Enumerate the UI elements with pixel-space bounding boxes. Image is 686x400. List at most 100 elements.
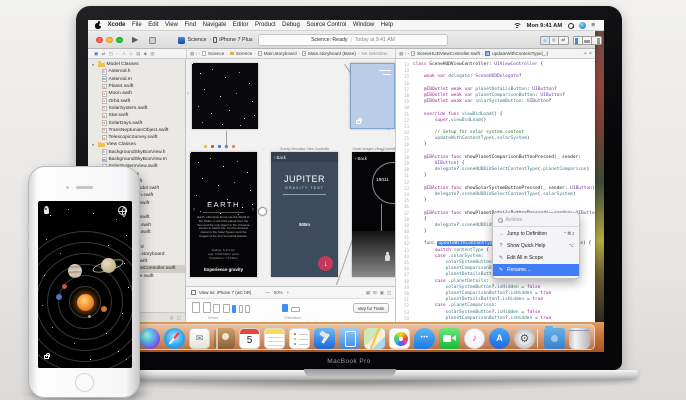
jump-bar-crumb[interactable]: updateWithContentType(_:)	[492, 51, 548, 56]
code-line-30[interactable]: delegate?.sceneHUDDidSelectContentType(.…	[413, 167, 595, 173]
menu-file[interactable]: File	[132, 22, 142, 28]
jump-bar-crumb[interactable]: Main.storyboard	[264, 51, 297, 56]
menu-view[interactable]: View	[165, 22, 178, 28]
scene-starfield[interactable]	[192, 63, 258, 129]
scene-hover-screen[interactable]: ‹ Back 18011	[352, 152, 395, 277]
navigator-file-solarsystem-swift[interactable]: sSolarSystem.swift	[88, 105, 186, 112]
jump-bar-controls[interactable]: ▦ ‹ ›	[190, 51, 200, 57]
siri-icon[interactable]	[579, 22, 586, 29]
dock-icon-downloads[interactable]	[544, 328, 565, 349]
pin-icon[interactable]: ⊞	[373, 290, 377, 296]
test-navigator-icon[interactable]: ◇	[129, 49, 133, 59]
editor-jump-bar[interactable]: ▦ ‹ ›SceneHUDViewController.swift›Mupdat…	[395, 49, 595, 58]
dock-icon-maps[interactable]	[364, 328, 385, 349]
menu-editor[interactable]: Editor	[233, 22, 249, 28]
code-editor[interactable]: 1314151617181920212223242526272829303132…	[395, 59, 595, 322]
view-as-label[interactable]: View as: iPhone 7 (wC hR)	[199, 290, 251, 295]
planet-mars[interactable]	[62, 284, 67, 289]
resolve-icon[interactable]: ▣	[380, 290, 384, 296]
jump-bar-controls[interactable]: ▦ ‹ ›	[399, 51, 409, 57]
compass-icon[interactable]	[118, 206, 127, 215]
source-code[interactable]: class SceneHUDViewController: UIViewCont…	[413, 62, 595, 322]
context-menu-item-show-quick-help[interactable]: ?Show Quick Help⌥	[493, 240, 579, 252]
device-iphone-selected[interactable]	[232, 305, 236, 313]
actions-search-field[interactable]: Actions	[493, 215, 579, 227]
device-iphone-se[interactable]	[245, 305, 249, 313]
orientation-landscape[interactable]	[291, 307, 300, 313]
context-menu-item-jump-to-definition[interactable]: →Jump to Definition⌃⌘J	[493, 228, 579, 240]
dock-icon-trash[interactable]	[569, 328, 590, 349]
dock-icon-safari[interactable]	[164, 328, 185, 349]
jump-bar-crumb[interactable]: No Selection	[361, 51, 387, 56]
navigator-file-solardays-swift[interactable]: sSolarDays.swift	[88, 119, 186, 126]
navigator-file-telescopicsurvey-swift[interactable]: sTelescopicSurvey.swift	[88, 134, 186, 141]
navigator-file-asteroid-h[interactable]: hAsteroid.h	[88, 68, 186, 75]
dock-icon-reminders[interactable]	[289, 328, 310, 349]
zoom-out-button[interactable]: —	[265, 290, 269, 295]
drop-button[interactable]: ↓	[318, 256, 333, 271]
jump-bar-crumb[interactable]: Science	[208, 51, 224, 56]
dock-icon-appstore[interactable]: A	[489, 328, 510, 349]
menu-clock[interactable]: Mon 9:41 AM	[527, 23, 563, 29]
planet-earth[interactable]	[56, 294, 62, 300]
scene-earth-screen[interactable]: ‹ › EARTH Earth, otherwise known as the …	[190, 152, 257, 277]
stop-button[interactable]	[149, 37, 156, 44]
spotlight-icon[interactable]	[567, 22, 574, 29]
breakpoint-navigator-icon[interactable]: ◆	[144, 49, 148, 59]
lock-icon[interactable]	[44, 355, 49, 359]
dock-icon-mail[interactable]: ✉	[189, 328, 210, 349]
jump-bar-crumb[interactable]: Science	[236, 51, 252, 56]
version-editor-button[interactable]: ⇄	[559, 36, 569, 45]
navigator-file-planet-swift[interactable]: sPlanet.swift	[88, 83, 186, 90]
recent-files-icon[interactable]: ▢	[177, 315, 181, 321]
vary-for-traits-button[interactable]: Vary for Traits	[353, 303, 389, 313]
debug-navigator-icon[interactable]: ▤	[136, 49, 140, 59]
back-button[interactable]: ‹ Back	[355, 156, 367, 161]
iphone-screen-solar-system-app[interactable]	[38, 201, 132, 368]
toggle-inspectors-button[interactable]	[592, 36, 602, 45]
stack-icon[interactable]: ◫	[387, 290, 391, 296]
code-line-34[interactable]: delegate?.sceneHUDDidSelectContentType(.…	[413, 192, 595, 198]
scene-header[interactable]: Hover Images View Controller	[352, 147, 395, 151]
volume-up-button[interactable]	[27, 225, 29, 233]
planet-saturn[interactable]	[101, 258, 116, 273]
zoom-window-button[interactable]	[116, 37, 123, 44]
issue-navigator-icon[interactable]: ⚠	[122, 49, 126, 59]
navigator-file-orbit-swift[interactable]: sOrbit.swift	[88, 97, 186, 104]
storyboard-jump-bar[interactable]: ▦ ‹ ›Science›Science›Main.storyboard›Mai…	[186, 49, 395, 58]
dock-icon-notes[interactable]	[264, 328, 285, 349]
navigator-file-backgroundskyboxview-h[interactable]: hBackgroundSkyBoxView.h	[88, 149, 186, 156]
source-control-icon[interactable]: ⇄	[102, 49, 106, 59]
zoom-in-button[interactable]: +	[287, 290, 290, 295]
menu-find[interactable]: Find	[184, 22, 196, 28]
device-ipad[interactable]	[203, 302, 211, 313]
dock-icon-prefs[interactable]: ⚙	[514, 328, 535, 349]
storyboard-canvas[interactable]: ‹ › EARTH Earth, otherwise known as the …	[186, 59, 395, 286]
apple-menu-icon[interactable]	[95, 22, 101, 29]
jump-bar-crumb[interactable]: Main.storyboard (Base)	[308, 51, 356, 56]
standard-editor-button[interactable]: ≡	[540, 36, 550, 45]
notification-center-icon[interactable]: ≡	[591, 22, 595, 29]
navigator-group-model-classes[interactable]: ▾Model Classes	[88, 61, 186, 68]
menu-debug[interactable]: Debug	[282, 22, 300, 28]
jump-bar-crumb[interactable]: SceneHUDViewController.swift	[417, 51, 480, 56]
context-menu-item-rename-[interactable]: ✎Rename…	[493, 264, 579, 276]
device-ipad-mini[interactable]	[213, 304, 220, 313]
dock-icon-facetime[interactable]	[439, 328, 460, 349]
dock-icon-simulator[interactable]	[339, 328, 360, 349]
assistant-editor-button[interactable]: ◎	[550, 36, 560, 45]
menu-edit[interactable]: Edit	[148, 22, 158, 28]
navigator-file-transneptunianobject-swift[interactable]: sTransNeptunianObject.swift	[88, 127, 186, 134]
menu-navigate[interactable]: Navigate	[203, 22, 227, 28]
dock-icon-xcode[interactable]	[314, 328, 335, 349]
navigator-file-asteroid-m[interactable]: mAsteroid.m	[88, 76, 186, 83]
code-line-54[interactable]: planetComparisonButton?.isHidden = true	[413, 316, 595, 322]
device-iphone[interactable]	[239, 305, 243, 313]
find-navigator-icon[interactable]: ◌	[116, 49, 119, 59]
minimize-window-button[interactable]	[106, 37, 113, 44]
menu-help[interactable]: Help	[381, 22, 393, 28]
navigator-file-star-swift[interactable]: sStar.swift	[88, 112, 186, 119]
dock-icon-photos[interactable]	[389, 328, 410, 349]
volume-down-button[interactable]	[27, 239, 29, 247]
sun[interactable]	[77, 294, 94, 311]
